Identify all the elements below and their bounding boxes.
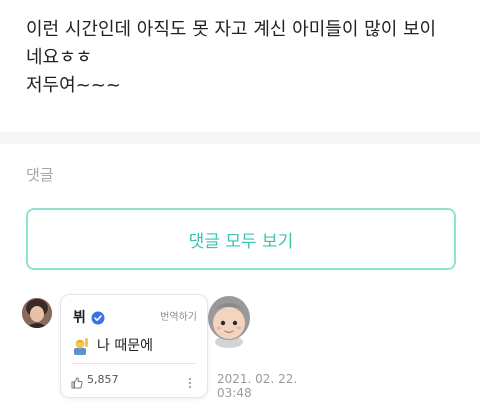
view-all-comments-button[interactable]: 댓글 모두 보기 (26, 208, 456, 270)
character-sticker (204, 292, 254, 348)
translate-button[interactable]: 번역하기 (160, 308, 197, 323)
comments-section-label: 댓글 (26, 166, 54, 184)
post-text-line-2: 네요ㅎㅎ (26, 47, 93, 68)
comment-timestamp-time: 03:48 (217, 386, 252, 400)
comment-divider (71, 363, 195, 364)
comment-timestamp: 2021. 02. 22. 03:48 (217, 372, 297, 400)
person-raising-hand-emoji-icon (71, 335, 91, 355)
comment-timestamp-date: 2021. 02. 22. (217, 372, 298, 386)
comment-text: 나 때문에 (97, 338, 153, 354)
comment-bubble: 뷔 번역하기 나 때문에 5,857 (60, 294, 208, 398)
comment-author-row: 뷔 (73, 307, 105, 327)
user-avatar[interactable] (22, 298, 52, 328)
post-text-line-3: 저두여~~~ (26, 75, 121, 96)
post-body: 이런 시간인데 아직도 못 자고 계신 아미들이 많이 보이 네요ㅎㅎ 저두여~… (0, 0, 480, 132)
comment-author-name[interactable]: 뷔 (73, 307, 86, 327)
verified-badge-icon (91, 310, 105, 325)
post-text-line-1: 이런 시간인데 아직도 못 자고 계신 아미들이 많이 보이 (26, 19, 437, 40)
section-divider (0, 132, 480, 144)
comment-text-row: 나 때문에 (71, 335, 153, 355)
avatar-image (22, 298, 52, 328)
more-options-icon[interactable] (185, 374, 195, 389)
thumbs-up-icon (71, 374, 83, 388)
like-count: 5,857 (87, 373, 119, 386)
like-button[interactable]: 5,857 (71, 373, 119, 388)
